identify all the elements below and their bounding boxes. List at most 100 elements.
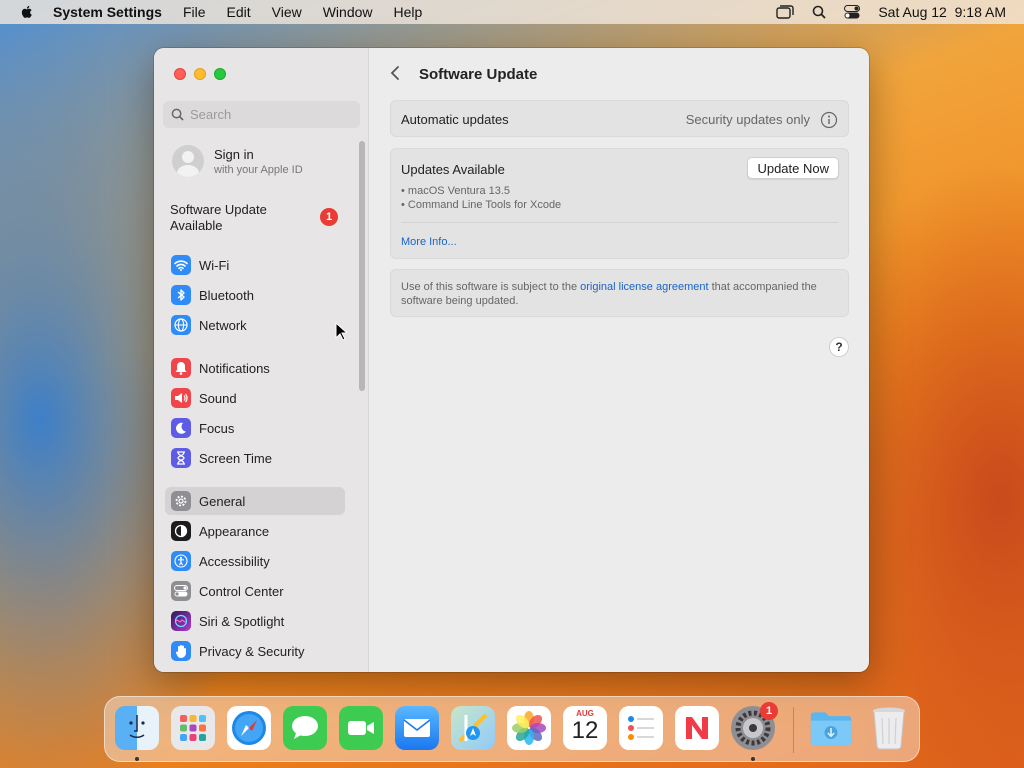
sidebar-item-label: Control Center [199, 583, 284, 599]
sidebar-item-notifications[interactable]: Notifications [165, 354, 345, 382]
sidebar-item-label: Siri & Spotlight [199, 613, 285, 629]
spotlight-search-icon[interactable] [812, 5, 826, 19]
sign-in-subtitle: with your Apple ID [214, 163, 303, 176]
main-panel: Software Update Automatic updates Securi… [370, 48, 869, 672]
apple-logo-icon[interactable] [19, 4, 35, 20]
running-indicator [751, 757, 755, 761]
sidebar-item-wifi[interactable]: Wi-Fi [165, 251, 345, 279]
sidebar-item-label: Focus [199, 420, 235, 436]
dock: AUG 12 1 [104, 696, 920, 762]
update-list-item: • macOS Ventura 13.5 [401, 185, 511, 197]
finder-icon[interactable] [115, 706, 159, 750]
sidebar-item-accessibility[interactable]: Accessibility [165, 547, 345, 575]
update-now-button[interactable]: Update Now [747, 157, 839, 179]
close-window-button[interactable] [174, 68, 186, 80]
launchpad-icon[interactable] [171, 706, 215, 750]
updates-available-card: Updates Available Update Now • macOS Ven… [390, 148, 849, 259]
calendar-day: 12 [571, 717, 599, 744]
search-field[interactable] [163, 101, 360, 128]
software-update-badge: 1 [320, 208, 338, 226]
bluetooth-icon [171, 285, 191, 305]
sidebar-item-privacy-security[interactable]: Privacy & Security [165, 637, 345, 665]
divider [401, 222, 838, 223]
back-chevron-icon[interactable] [390, 64, 400, 87]
license-text: Use of this software is subject to the o… [401, 280, 841, 308]
mail-icon[interactable] [395, 706, 439, 750]
apple-id-sign-in[interactable]: Sign in with your Apple ID [172, 145, 303, 177]
safari-icon[interactable] [227, 706, 271, 750]
menu-clock[interactable]: Sat Aug 12 9:18 AM [878, 4, 1006, 20]
sidebar-item-label: Privacy & Security [199, 643, 305, 659]
sign-in-title: Sign in [214, 146, 254, 162]
sidebar-item-label: Accessibility [199, 553, 270, 569]
menu-app-name[interactable]: System Settings [53, 4, 162, 20]
dock-separator [793, 707, 794, 753]
sidebar-scrollbar[interactable] [359, 141, 365, 391]
avatar [172, 145, 204, 177]
menu-bar: System Settings File Edit View Window He… [0, 0, 1024, 24]
minimize-window-button[interactable] [194, 68, 206, 80]
help-button[interactable]: ? [829, 337, 849, 357]
sidebar: Sign in with your Apple ID Software Upda… [154, 48, 369, 672]
downloads-folder-icon[interactable] [809, 706, 853, 750]
window-controls [174, 68, 226, 80]
control-center-icon[interactable] [844, 5, 861, 19]
automatic-updates-label: Automatic updates [401, 112, 509, 127]
trash-icon[interactable] [867, 706, 911, 750]
bell-icon [171, 358, 191, 378]
mouse-cursor-icon [335, 322, 347, 341]
sidebar-item-label: Network [199, 317, 247, 333]
facetime-icon[interactable] [339, 706, 383, 750]
update-list-item: • Command Line Tools for Xcode [401, 199, 562, 211]
sidebar-item-control-center[interactable]: Control Center [165, 577, 345, 605]
menu-view[interactable]: View [272, 4, 302, 20]
hourglass-icon [171, 448, 191, 468]
license-agreement-link[interactable]: original license agreement [580, 281, 708, 293]
zoom-window-button[interactable] [214, 68, 226, 80]
running-indicator [135, 757, 139, 761]
software-update-available-item[interactable]: Software Update Available [170, 202, 340, 234]
sidebar-item-label: Appearance [199, 523, 270, 539]
search-icon [171, 108, 184, 121]
sidebar-item-sound[interactable]: Sound [165, 384, 345, 412]
hand-icon [171, 641, 191, 661]
menu-window[interactable]: Window [323, 4, 373, 20]
sidebar-item-siri-spotlight[interactable]: Siri & Spotlight [165, 607, 345, 635]
menu-file[interactable]: File [183, 4, 206, 20]
screen-mirroring-icon[interactable] [776, 5, 795, 19]
sidebar-item-network[interactable]: Network [165, 311, 345, 339]
sidebar-item-label: General [199, 493, 246, 509]
search-input[interactable] [190, 107, 340, 122]
sidebar-item-general[interactable]: General [165, 487, 345, 515]
sidebar-item-appearance[interactable]: Appearance [165, 517, 345, 545]
automatic-updates-value: Security updates only [685, 112, 810, 127]
sidebar-item-bluetooth[interactable]: Bluetooth [165, 281, 345, 309]
reminders-icon[interactable] [619, 706, 663, 750]
sidebar-item-screen-time[interactable]: Screen Time [165, 444, 345, 472]
calendar-icon[interactable]: AUG 12 [563, 706, 607, 750]
software-update-label-line1: Software Update [170, 202, 267, 217]
maps-icon[interactable] [451, 706, 495, 750]
control-center-icon [171, 581, 191, 601]
sidebar-item-label: Screen Time [199, 450, 272, 466]
person-icon [177, 151, 199, 177]
news-icon[interactable] [675, 706, 719, 750]
photos-icon[interactable] [507, 706, 551, 750]
license-text-before: Use of this software is subject to the [401, 281, 581, 293]
updates-available-label: Updates Available [401, 162, 505, 177]
license-notice: Use of this software is subject to the o… [390, 269, 849, 317]
siri-icon [171, 611, 191, 631]
sidebar-item-focus[interactable]: Focus [165, 414, 345, 442]
accessibility-icon [171, 551, 191, 571]
software-update-label-line2: Available [170, 218, 223, 233]
more-info-link[interactable]: More Info... [401, 236, 457, 248]
menu-help[interactable]: Help [394, 4, 423, 20]
globe-icon [171, 315, 191, 335]
appearance-icon [171, 521, 191, 541]
menu-edit[interactable]: Edit [227, 4, 251, 20]
wifi-icon [171, 255, 191, 275]
info-icon[interactable] [820, 111, 838, 134]
gear-icon [171, 491, 191, 511]
messages-icon[interactable] [283, 706, 327, 750]
sidebar-item-label: Notifications [199, 360, 270, 376]
